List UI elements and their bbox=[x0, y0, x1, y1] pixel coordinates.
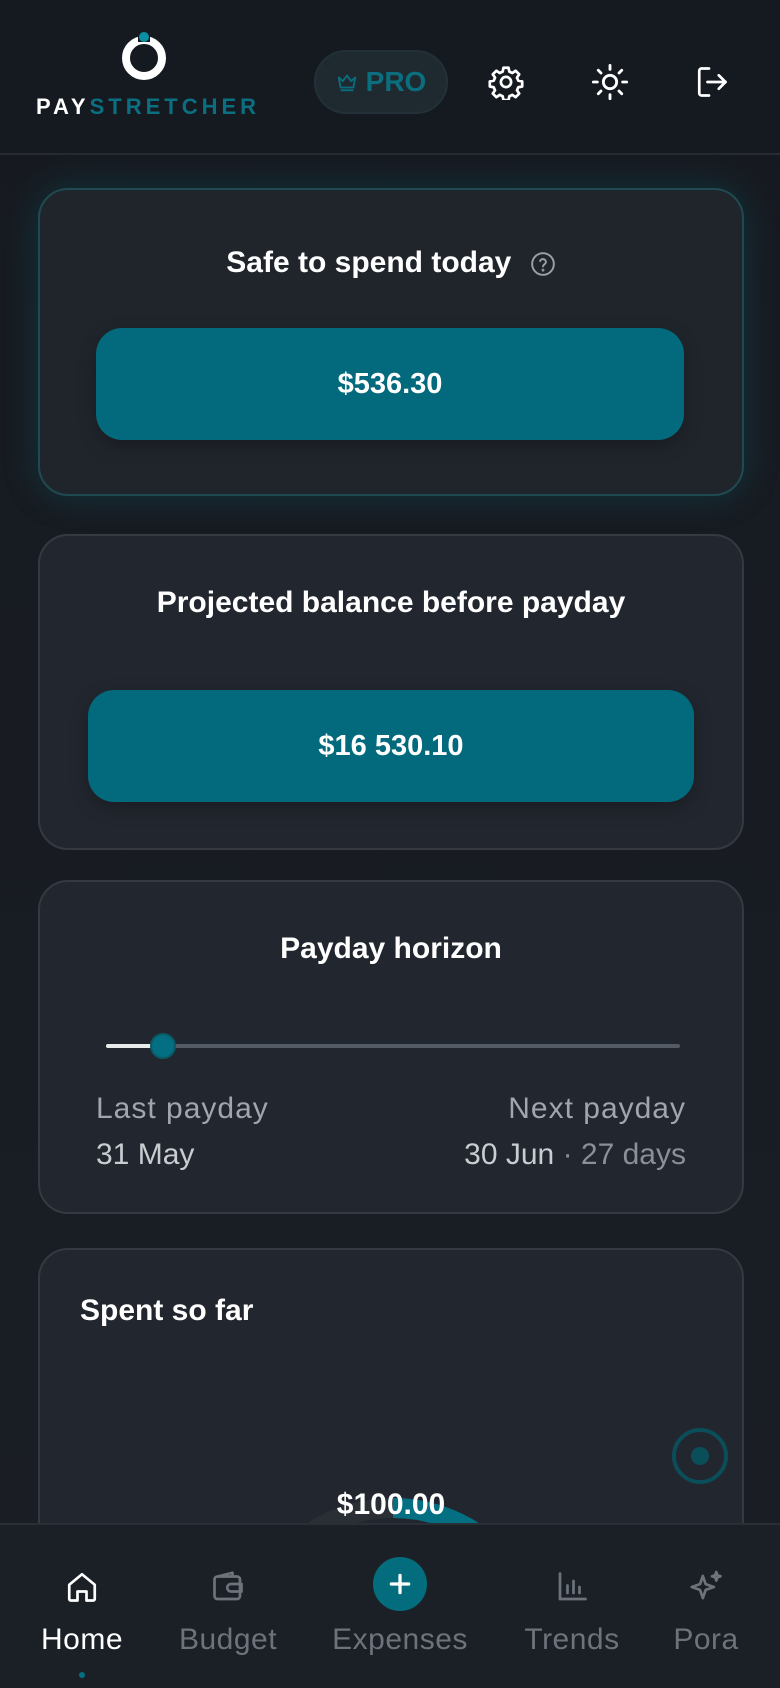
top-bar: PAYSTRETCHER PRO bbox=[0, 0, 780, 155]
last-payday-block: Last payday 31 May bbox=[96, 1092, 269, 1172]
sun-icon bbox=[591, 63, 629, 101]
projected-balance-title: Projected balance before payday bbox=[156, 586, 626, 619]
next-payday-block: Next payday 30 Jun · 27 days bbox=[464, 1092, 686, 1172]
safe-to-spend-title-text: Safe to spend today bbox=[226, 246, 512, 279]
plus-icon bbox=[389, 1573, 411, 1595]
projected-balance-amount[interactable]: $16 530.10 bbox=[88, 690, 694, 802]
logo-text-pay: PAY bbox=[36, 94, 90, 119]
spent-gauge-indicator-dot bbox=[691, 1447, 709, 1465]
last-payday-label: Last payday bbox=[96, 1092, 269, 1125]
next-payday-separator: · bbox=[554, 1138, 581, 1171]
theme-toggle-button[interactable] bbox=[588, 60, 632, 104]
safe-to-spend-amount[interactable]: $536.30 bbox=[96, 328, 684, 440]
add-expense-button[interactable] bbox=[373, 1557, 427, 1611]
sparkle-icon bbox=[690, 1570, 722, 1600]
home-icon bbox=[67, 1572, 97, 1602]
settings-button[interactable] bbox=[484, 60, 528, 104]
crown-icon bbox=[337, 74, 356, 92]
next-payday-info: 30 Jun · 27 days bbox=[464, 1138, 686, 1172]
help-icon[interactable] bbox=[530, 251, 556, 277]
safe-to-spend-title: Safe to spend today bbox=[40, 246, 742, 280]
nav-home-label: Home bbox=[40, 1623, 124, 1656]
payday-progress-track[interactable] bbox=[106, 1033, 680, 1059]
last-payday-date: 31 May bbox=[96, 1138, 195, 1171]
next-payday-label: Next payday bbox=[508, 1092, 686, 1125]
nav-expenses[interactable]: Expenses bbox=[320, 1557, 480, 1657]
active-nav-indicator bbox=[79, 1672, 85, 1678]
projected-balance-card: Projected balance before payday $16 530.… bbox=[38, 534, 744, 850]
nav-pora[interactable]: Pora bbox=[626, 1565, 780, 1657]
payday-horizon-card: Payday horizon Last payday 31 May Next p… bbox=[38, 880, 744, 1214]
nav-expenses-label: Expenses bbox=[332, 1623, 468, 1656]
bar-chart-icon bbox=[558, 1572, 587, 1601]
wallet-icon bbox=[213, 1571, 243, 1601]
payday-horizon-title: Payday horizon bbox=[280, 932, 502, 965]
nav-budget[interactable]: Budget bbox=[148, 1565, 308, 1657]
logo-mark-icon bbox=[122, 30, 166, 80]
next-payday-date: 30 Jun bbox=[464, 1138, 555, 1171]
pro-button[interactable]: PRO bbox=[314, 50, 448, 114]
nav-budget-label: Budget bbox=[178, 1623, 278, 1656]
logo-text-stretcher: STRETCHER bbox=[89, 94, 261, 119]
next-payday-days: 27 days bbox=[580, 1138, 686, 1171]
logo-wordmark: PAYSTRETCHER bbox=[36, 94, 260, 120]
safe-to-spend-card: Safe to spend today $536.30 bbox=[38, 188, 744, 496]
gear-icon bbox=[488, 66, 524, 100]
app-logo[interactable]: PAYSTRETCHER bbox=[36, 30, 256, 120]
nav-home[interactable]: Home bbox=[2, 1565, 162, 1657]
app: PAYSTRETCHER PRO Safe to spend today $53… bbox=[0, 0, 780, 1688]
payday-progress-thumb[interactable] bbox=[150, 1033, 177, 1059]
logout-button[interactable] bbox=[690, 60, 734, 104]
bottom-nav: Home Budget Expenses Trends Pora bbox=[0, 1523, 780, 1688]
nav-pora-label: Pora bbox=[673, 1623, 739, 1656]
pro-label: PRO bbox=[365, 66, 427, 97]
spent-amount: $100.00 bbox=[336, 1488, 446, 1521]
logout-icon bbox=[697, 67, 727, 97]
